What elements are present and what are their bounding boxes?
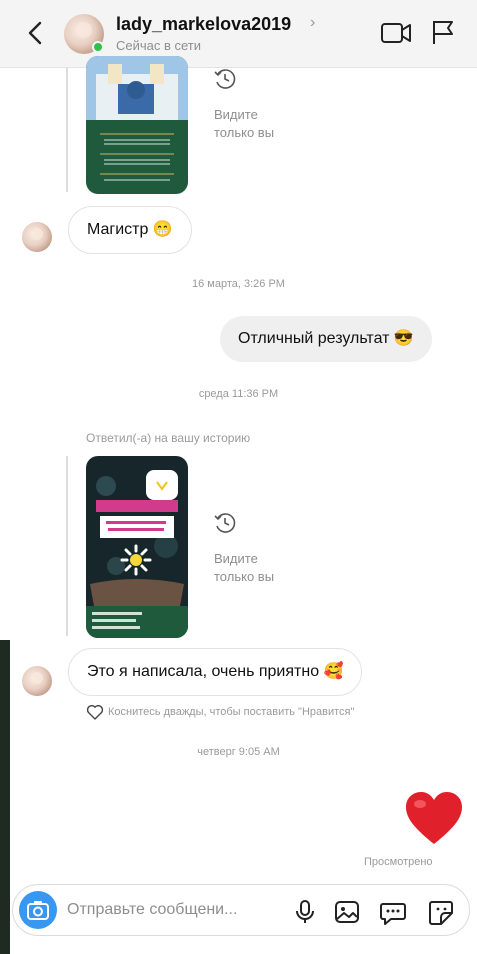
gallery-icon[interactable] [333, 899, 361, 925]
online-indicator [92, 41, 104, 53]
heart-icon[interactable] [404, 790, 464, 846]
incoming-message[interactable]: Это я написала, очень приятно 🥰 [68, 648, 363, 696]
heart-outline-icon [86, 704, 104, 720]
timestamp: 16 марта, 3:26 PM [192, 278, 285, 290]
story-visibility-note: Видите только вы [214, 551, 275, 584]
sender-avatar[interactable] [22, 666, 52, 696]
sticker-icon[interactable] [427, 899, 455, 925]
like-hint-text: Коснитесь дважды, чтобы поставить "Нрави… [108, 706, 355, 718]
microphone-icon[interactable] [291, 899, 319, 925]
story-visibility-note: Видите только вы [214, 107, 275, 140]
outgoing-message[interactable]: Отличный результат 😎 [220, 316, 432, 362]
story-bath-image [86, 456, 188, 638]
contact-status: Сейчас в сети [116, 38, 202, 53]
camera-button[interactable] [19, 891, 57, 929]
chat-header: lady_markelova2019 › Сейчас в сети [0, 0, 477, 68]
chat-bubble-icon[interactable] [379, 899, 407, 925]
story-reply-line [66, 456, 68, 636]
story-thumbnail[interactable] [86, 56, 188, 194]
history-clock-icon [214, 513, 236, 533]
story-reply-label: Ответил(-а) на вашу историю [86, 431, 251, 445]
incoming-message[interactable]: Магистр 😁 [68, 206, 192, 254]
timestamp: среда 11:36 PM [198, 388, 279, 400]
story-thumbnail[interactable] [86, 456, 188, 638]
background-edge-strip [0, 640, 10, 954]
history-clock-icon [214, 69, 236, 89]
story-reply-line [66, 68, 68, 192]
chevron-right-icon[interactable]: › [310, 14, 315, 32]
contact-username[interactable]: lady_markelova2019 [116, 14, 291, 35]
camera-icon [27, 901, 49, 920]
read-receipt: Просмотрено [364, 856, 433, 868]
timestamp: четверг 9:05 AM [197, 746, 280, 758]
story-church-image [86, 56, 188, 194]
flag-icon[interactable] [430, 18, 456, 46]
sender-avatar[interactable] [22, 222, 52, 252]
back-arrow-icon[interactable] [24, 20, 46, 46]
message-composer [12, 884, 470, 936]
double-tap-like-hint[interactable]: Коснитесь дважды, чтобы поставить "Нрави… [86, 704, 354, 720]
video-call-icon[interactable] [380, 20, 412, 46]
message-input[interactable] [67, 897, 287, 923]
